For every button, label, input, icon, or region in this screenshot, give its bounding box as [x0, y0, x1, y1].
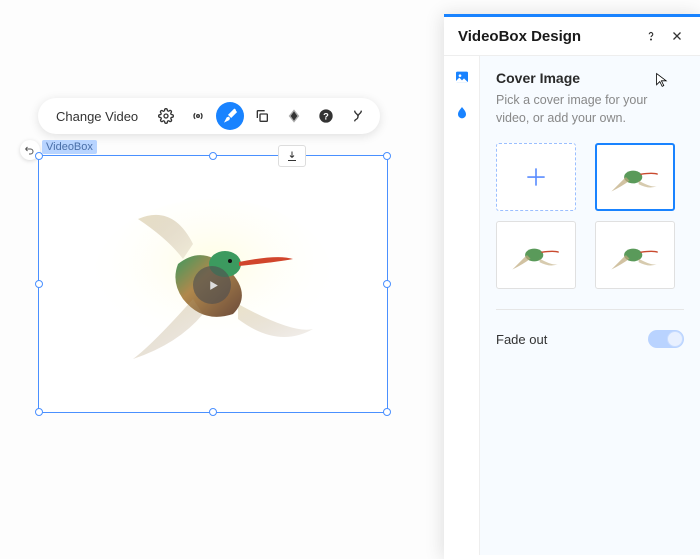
- change-video-button[interactable]: Change Video: [44, 109, 150, 124]
- cover-image-option[interactable]: [595, 143, 675, 211]
- cover-image-grid: [496, 143, 684, 310]
- play-button[interactable]: [193, 266, 231, 304]
- video-selection-frame[interactable]: [38, 155, 388, 413]
- section-description: Pick a cover image for your video, or ad…: [496, 92, 684, 127]
- image-tab-icon[interactable]: [453, 68, 471, 86]
- broadcast-icon[interactable]: [184, 102, 212, 130]
- settings-icon[interactable]: [152, 102, 180, 130]
- svg-text:?: ?: [323, 111, 329, 121]
- animation-icon[interactable]: [280, 102, 308, 130]
- help-icon[interactable]: ?: [312, 102, 340, 130]
- panel-title: VideoBox Design: [458, 28, 634, 45]
- video-toolbar: Change Video ?: [38, 98, 380, 134]
- design-panel: VideoBox Design Cover Image Pick a cover…: [444, 14, 700, 559]
- copy-icon[interactable]: [248, 102, 276, 130]
- design-brush-icon[interactable]: [216, 102, 244, 130]
- add-cover-image-button[interactable]: [496, 143, 576, 211]
- close-icon[interactable]: [668, 27, 686, 45]
- panel-tab-rail: [444, 56, 480, 555]
- video-preview: [39, 156, 387, 412]
- panel-help-icon[interactable]: [642, 27, 660, 45]
- fade-out-toggle[interactable]: [648, 330, 684, 348]
- stretch-icon[interactable]: [344, 102, 372, 130]
- cover-image-option[interactable]: [595, 221, 675, 289]
- cover-image-option[interactable]: [496, 221, 576, 289]
- component-tag: VideoBox: [42, 140, 97, 154]
- section-title: Cover Image: [496, 70, 684, 86]
- download-button[interactable]: [278, 145, 306, 167]
- fade-out-label: Fade out: [496, 332, 547, 347]
- color-tab-icon[interactable]: [453, 104, 471, 122]
